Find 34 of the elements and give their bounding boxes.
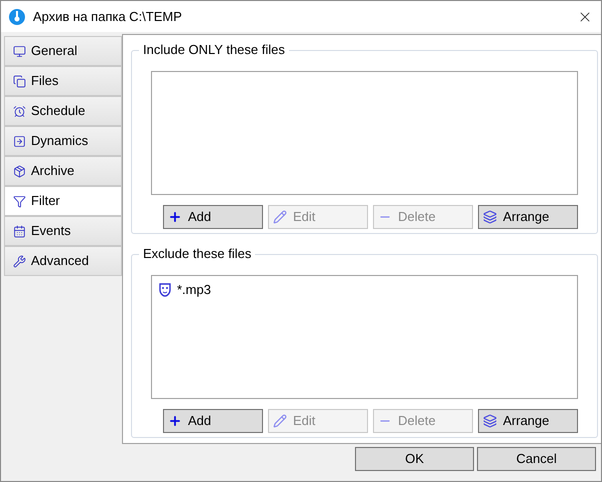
list-button[interactable]: Add bbox=[163, 409, 263, 433]
sidebar-tab[interactable]: Archive bbox=[4, 156, 122, 186]
files-icon bbox=[13, 74, 26, 88]
sidebar-tab[interactable]: Dynamics bbox=[4, 126, 122, 156]
list-button[interactable]: Add bbox=[163, 205, 263, 229]
dialog-button[interactable]: OK bbox=[355, 447, 474, 471]
sidebar-tab[interactable]: Advanced bbox=[4, 246, 122, 276]
plus-icon bbox=[168, 210, 182, 224]
calendar-icon bbox=[13, 224, 26, 238]
sidebar-tab[interactable]: Filter bbox=[4, 186, 122, 216]
layers-icon bbox=[483, 210, 497, 224]
sidebar-tab[interactable]: Files bbox=[4, 66, 122, 96]
wrench-icon bbox=[13, 254, 26, 268]
monitor-icon bbox=[13, 44, 26, 58]
sidebar-tab[interactable]: Schedule bbox=[4, 96, 122, 126]
pencil-icon bbox=[273, 414, 287, 428]
dialog-button[interactable]: Cancel bbox=[477, 447, 596, 471]
sidebar-tab[interactable]: Events bbox=[4, 216, 122, 246]
pencil-icon bbox=[273, 210, 287, 224]
package-icon bbox=[13, 164, 26, 178]
file-list[interactable]: *.mp3 bbox=[151, 275, 578, 399]
layers-icon bbox=[483, 414, 497, 428]
sidebar-tab[interactable]: General bbox=[4, 36, 122, 66]
list-button[interactable]: Arrange bbox=[478, 205, 578, 229]
file-mask-entry[interactable]: *.mp3 bbox=[177, 280, 211, 300]
list-button[interactable]: Arrange bbox=[478, 409, 578, 433]
alarm-clock-icon bbox=[13, 104, 26, 118]
arrow-box-icon bbox=[13, 134, 26, 148]
plus-icon bbox=[168, 414, 182, 428]
mask-icon bbox=[159, 283, 171, 297]
window-title: Архив на папка C:\TEMP bbox=[33, 8, 183, 26]
file-list[interactable] bbox=[151, 71, 578, 195]
app-icon bbox=[9, 8, 25, 24]
filter-icon bbox=[13, 194, 26, 208]
